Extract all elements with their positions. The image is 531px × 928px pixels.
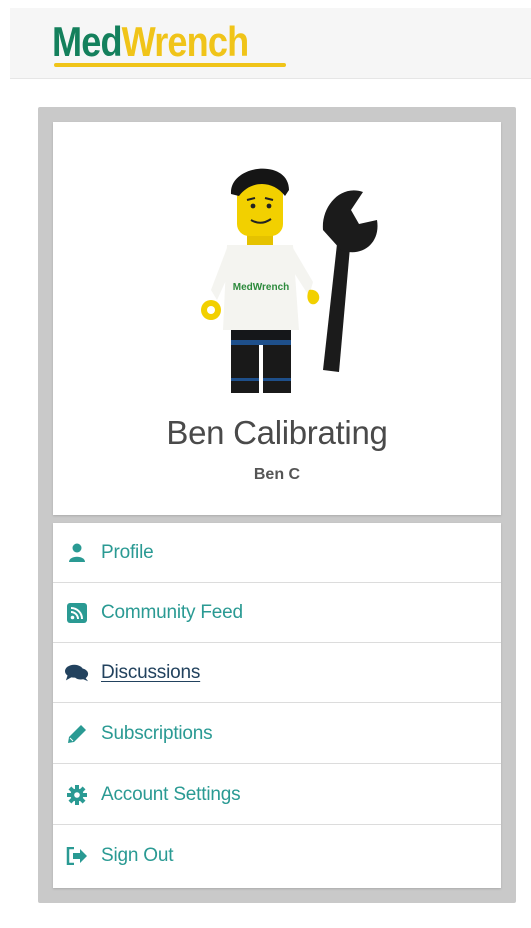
user-sidebar-panel: MedWrench Ben Calibrating Ben C Profile … bbox=[38, 107, 516, 903]
menu-item-profile[interactable]: Profile bbox=[53, 523, 501, 583]
menu-item-sign-out[interactable]: Sign Out bbox=[53, 826, 501, 886]
menu-item-subscriptions[interactable]: Subscriptions bbox=[53, 704, 501, 764]
gear-icon bbox=[65, 783, 89, 807]
logo-med-text: Med bbox=[52, 18, 123, 65]
medwrench-logo[interactable]: MedWrench bbox=[52, 18, 312, 74]
logo-wrench-text: Wrench bbox=[121, 18, 250, 65]
comments-icon bbox=[65, 661, 89, 685]
menu-item-community-feed[interactable]: Community Feed bbox=[53, 583, 501, 643]
pencil-icon bbox=[65, 722, 89, 746]
profile-username: Ben C bbox=[253, 466, 301, 483]
logo-underline bbox=[54, 63, 286, 67]
logo-text: MedWrench bbox=[52, 18, 250, 66]
site-header: MedWrench bbox=[10, 8, 531, 79]
menu-item-account-settings[interactable]: Account Settings bbox=[53, 765, 501, 825]
account-menu: Profile Community Feed Discussions Subsc… bbox=[53, 523, 501, 888]
menu-label-community-feed: Community Feed bbox=[101, 601, 243, 623]
avatar: MedWrench bbox=[201, 168, 378, 393]
menu-label-account-settings: Account Settings bbox=[101, 783, 241, 805]
menu-label-subscriptions: Subscriptions bbox=[101, 722, 213, 744]
profile-card: MedWrench Ben Calibrating Ben C bbox=[53, 122, 501, 515]
wrench-icon bbox=[322, 190, 378, 372]
menu-item-discussions[interactable]: Discussions bbox=[53, 643, 501, 703]
rss-icon bbox=[65, 601, 89, 625]
menu-label-discussions: Discussions bbox=[101, 661, 201, 683]
shirt-logo-text: MedWrench bbox=[233, 282, 290, 293]
sign-out-icon bbox=[65, 844, 89, 868]
profile-name: Ben Calibrating bbox=[166, 414, 388, 451]
menu-label-profile: Profile bbox=[101, 541, 154, 563]
user-icon bbox=[65, 541, 89, 565]
menu-label-sign-out: Sign Out bbox=[101, 845, 174, 866]
